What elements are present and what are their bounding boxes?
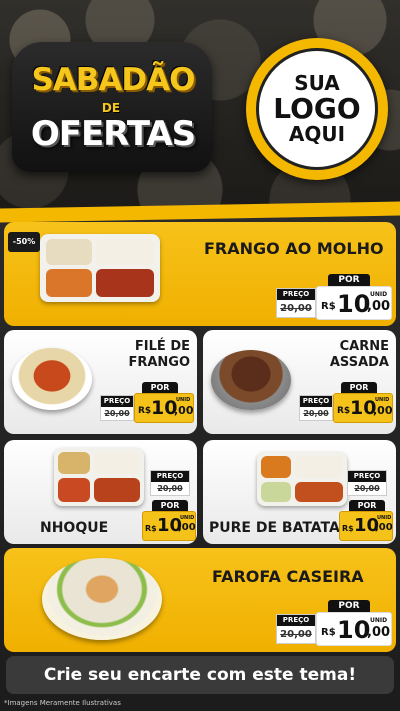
price-decimal: ,00 [375, 522, 393, 533]
product-name: PURE DE BATATA [209, 520, 340, 536]
price-decimal: ,00 [174, 404, 194, 417]
product-card-carne-assada[interactable]: CARNE ASSADA POR PREÇO 20,00 R$ 10 UNID … [203, 330, 396, 434]
old-price-box: PREÇO 20,00 [276, 614, 316, 644]
veg-compartment [46, 269, 92, 297]
unit-label: UNID [370, 617, 388, 624]
title-ofertas: OFERTAS [30, 114, 196, 154]
logo-text-sua: SUA [294, 71, 340, 96]
new-price-box: R$ 10 UNID ,00 [142, 511, 196, 541]
unit-label: UNID [377, 515, 392, 521]
old-price-box: PREÇO 20,00 [347, 470, 387, 496]
sauce-compartment [58, 478, 90, 502]
rice-compartment [96, 239, 154, 265]
currency-symbol: R$ [337, 406, 351, 416]
new-price-box: R$ 10 UNID ,00 [339, 511, 393, 541]
chicken-compartment [96, 269, 154, 297]
new-price-box: R$ 10 UNID ,00 [134, 393, 194, 423]
price-tag: POR PREÇO 20,00 R$ 10 UNID ,00 [276, 274, 392, 322]
price-decimal: ,00 [373, 404, 393, 417]
old-price: 20,00 [280, 303, 312, 314]
old-price: 20,00 [280, 629, 312, 640]
por-label: POR [341, 382, 377, 393]
logo-text-aqui: AQUI [288, 121, 346, 146]
rice-compartment [46, 239, 92, 265]
currency-symbol: R$ [342, 524, 354, 533]
old-price-box: PREÇO 20,00 [276, 288, 316, 318]
product-name-line1: FILÉ DE [134, 339, 190, 354]
preco-label: PREÇO [300, 396, 332, 407]
unit-label: UNID [180, 515, 195, 521]
preco-label: PREÇO [277, 615, 315, 626]
currency-symbol: R$ [321, 627, 336, 638]
gnocchi-compartment [94, 478, 140, 502]
preco-label: PREÇO [277, 289, 315, 300]
beans-compartment [261, 456, 291, 478]
product-name-line1: CARNE [339, 339, 389, 354]
food-plate-image [12, 348, 92, 410]
por-label: POR [328, 274, 370, 286]
price-tag: POR PREÇO 20,00 R$ 10 UNID ,00 [299, 382, 393, 426]
product-name: FAROFA CASEIRA [212, 567, 364, 586]
product-name: FRANGO AO MOLHO [204, 239, 384, 258]
discount-badge: -50% [8, 232, 40, 252]
price-decimal: ,00 [367, 299, 391, 314]
currency-symbol: R$ [145, 524, 157, 533]
logo-text-logo: LOGO [273, 92, 361, 126]
price-tag: POR PREÇO 20,00 R$ 10 UNID ,00 [276, 600, 392, 648]
price-decimal: ,00 [178, 522, 196, 533]
old-price: 20,00 [354, 484, 380, 493]
new-price-box: R$ 10 UNID ,00 [316, 286, 392, 320]
product-card-frango-ao-molho[interactable]: FRANGO AO MOLHO POR PREÇO 20,00 R$ 10 UN… [4, 222, 396, 326]
title-sabadao: SABADÃO [31, 62, 195, 98]
rice-compartment [94, 452, 140, 474]
price-tag: POR PREÇO 20,00 R$ 10 UNID ,00 [100, 382, 194, 426]
price-decimal: ,00 [367, 625, 391, 640]
old-price-box: PREÇO 20,00 [299, 395, 333, 421]
product-name-line2: ASSADA [329, 355, 389, 370]
unit-label: UNID [176, 397, 191, 403]
logo-placeholder: SUA LOGO AQUI [246, 38, 388, 180]
logo-circle: SUA LOGO AQUI [256, 48, 378, 170]
salad-compartment [261, 482, 291, 502]
new-price-box: R$ 10 UNID ,00 [333, 393, 393, 423]
product-card-farofa-caseira[interactable]: FAROFA CASEIRA POR PREÇO 20,00 R$ 10 UNI… [4, 548, 396, 652]
food-tray-image [54, 448, 144, 506]
old-price: 20,00 [104, 409, 130, 418]
cta-banner[interactable]: Crie seu encarte com este tema! [6, 656, 394, 694]
price-tag: PREÇO 20,00 POR R$ 10 UNID ,00 [339, 470, 393, 542]
por-label: POR [349, 500, 385, 511]
preco-label: PREÇO [151, 471, 189, 482]
por-label: POR [328, 600, 370, 612]
unit-label: UNID [375, 397, 390, 403]
por-label: POR [152, 500, 188, 511]
rice-compartment [295, 456, 343, 478]
price-integer: 10 [337, 616, 371, 644]
old-price-box: PREÇO 20,00 [150, 470, 190, 496]
unit-label: UNID [370, 291, 388, 298]
por-label: POR [142, 382, 178, 393]
product-card-file-de-frango[interactable]: FILÉ DE FRANGO POR PREÇO 20,00 R$ 10 UNI… [4, 330, 197, 434]
food-plate-image [211, 350, 291, 410]
disclaimer-text: *Imagens Meramente Ilustrativas [4, 699, 121, 707]
price-tag: PREÇO 20,00 POR R$ 10 UNID ,00 [142, 470, 196, 542]
food-tray-image [40, 234, 160, 302]
old-price: 20,00 [157, 484, 183, 493]
food-tray-image [257, 452, 347, 506]
price-integer: 10 [337, 290, 371, 318]
product-card-pure-de-batata[interactable]: PURE DE BATATA PREÇO 20,00 POR R$ 10 UNI… [203, 440, 396, 544]
new-price-box: R$ 10 UNID ,00 [316, 612, 392, 646]
product-name-line2: FRANGO [128, 355, 190, 370]
old-price: 20,00 [303, 409, 329, 418]
old-price-box: PREÇO 20,00 [100, 395, 134, 421]
product-card-nhoque[interactable]: NHOQUE PREÇO 20,00 POR R$ 10 UNID ,00 [4, 440, 197, 544]
meat-compartment [295, 482, 343, 502]
product-name: NHOQUE [40, 520, 109, 536]
side-compartment [58, 452, 90, 474]
preco-label: PREÇO [348, 471, 386, 482]
food-bowl-image [42, 558, 162, 640]
currency-symbol: R$ [138, 406, 152, 416]
preco-label: PREÇO [101, 396, 133, 407]
currency-symbol: R$ [321, 301, 336, 312]
